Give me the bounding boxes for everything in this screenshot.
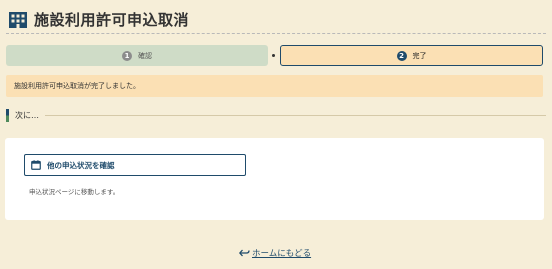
step-number-badge: 1: [122, 50, 132, 61]
completion-notice: 施設利用許可申込取消が完了しました。: [6, 75, 543, 97]
step-separator-dot: [272, 54, 275, 57]
heading-accent-bar: [6, 108, 9, 122]
heading-divider: [45, 114, 546, 116]
return-arrow-icon: [239, 249, 250, 257]
calendar-icon: [31, 160, 41, 170]
check-other-applications-button[interactable]: 他の申込状況を確認: [24, 154, 246, 176]
step-confirm: 1 確認: [6, 45, 268, 66]
home-link-label: ホームにもどる: [252, 249, 312, 259]
building-icon: [9, 11, 27, 28]
page-header: 施設利用許可申込取消: [6, 6, 546, 34]
button-description: 申込状況ページに移動します。: [29, 188, 120, 196]
notice-message: 施設利用許可申込取消が完了しました。: [14, 82, 140, 90]
step-number-badge: 2: [396, 50, 407, 61]
page-title: 施設利用許可申込取消: [34, 11, 190, 29]
step-label: 完了: [412, 51, 427, 60]
page: 施設利用許可申込取消 1 確認 2 完了 施設利用許可申込取消が完了しました。 …: [0, 0, 552, 269]
step-complete: 2 完了: [280, 45, 543, 66]
button-label: 他の申込状況を確認: [47, 160, 115, 170]
step-label: 確認: [138, 51, 152, 60]
next-section-heading: 次に…: [6, 108, 546, 122]
step-indicator: 1 確認 2 完了: [6, 45, 543, 66]
home-link[interactable]: ホームにもどる: [239, 247, 311, 259]
next-heading-label: 次に…: [15, 110, 39, 120]
next-actions-card: 他の申込状況を確認 申込状況ページに移動します。: [5, 138, 544, 220]
